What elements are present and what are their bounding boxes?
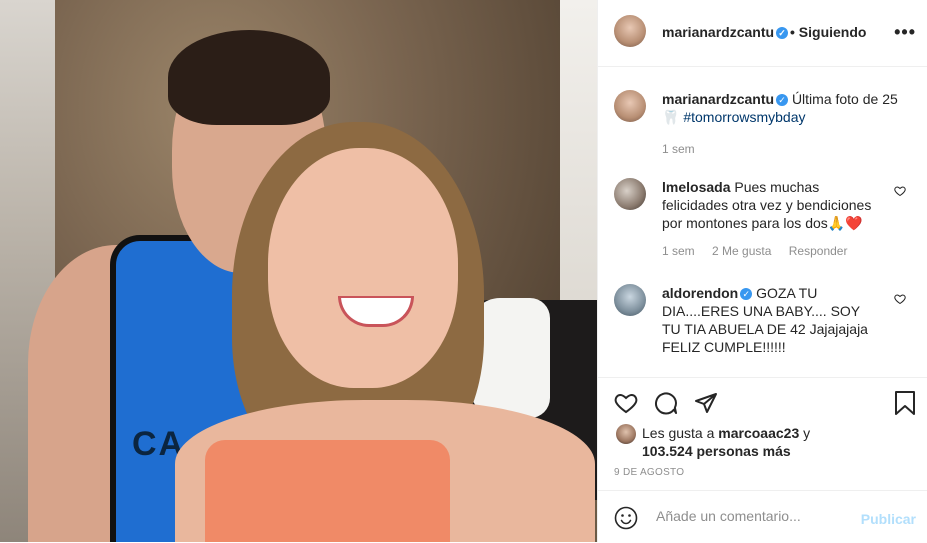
author-avatar[interactable] [614,15,646,47]
caption: marianardzcantu ✓ Última foto de 25 🦷 #to… [614,90,914,158]
comment-time[interactable]: 1 sem [662,244,695,258]
commenter-username[interactable]: aldorendon [662,285,738,301]
share-icon[interactable] [694,391,718,420]
comment-body: aldorendon ✓ GOZA TU DIA....ERES UNA BABY… [662,284,877,356]
comment-meta: 1 sem 2 Me gusta Responder [662,242,914,260]
comment: lmelosada Pues muchas felicidades otra v… [614,178,914,260]
man-hair [168,30,330,125]
post-sidebar: marianardzcantu ✓ • Siguiendo ••• mariana… [597,0,927,542]
post-photo[interactable]: CA [0,0,597,542]
woman-face [268,148,458,388]
bookmark-icon[interactable] [894,391,916,420]
white-wall [560,0,597,310]
caption-text: Última foto de 25 [791,91,898,107]
commenter-avatar[interactable] [614,284,646,316]
comment-icon[interactable] [654,391,678,420]
add-comment-bar: Publicar [598,490,927,543]
caption-meta: 1 sem [662,140,914,158]
likes-prefix: Les gusta a [642,425,715,441]
more-options-icon[interactable]: ••• [894,22,916,43]
caption-time[interactable]: 1 sem [662,142,695,156]
caption-body: marianardzcantu ✓ Última foto de 25 🦷 #to… [662,90,902,126]
action-bar [598,377,927,428]
author-username-wrap[interactable]: marianardzcantu ✓ [662,24,789,40]
commenter-avatar[interactable] [614,178,646,210]
reply-button[interactable]: Responder [789,244,848,258]
likes-count[interactable]: 103.524 personas más [642,443,791,459]
caption-avatar[interactable] [614,90,646,122]
likes-conj: y [803,425,811,441]
orange-top [205,440,450,542]
author-username[interactable]: marianardzcantu [662,24,774,40]
like-comment-icon[interactable] [894,292,906,305]
liker-username[interactable]: marcoaac23 [718,425,799,441]
publish-button[interactable]: Publicar [861,511,916,527]
comment-input[interactable] [654,507,858,525]
emoji-icon[interactable] [614,506,638,535]
liker-avatar[interactable] [616,424,636,444]
comment-body: lmelosada Pues muchas felicidades otra v… [662,178,872,232]
caption-emoji: 🦷 [662,109,680,125]
post-date[interactable]: 9 DE AGOSTO [614,467,684,478]
verified-icon: ✓ [776,27,789,40]
commenter-username[interactable]: lmelosada [662,179,730,195]
verified-icon: ✓ [776,94,789,107]
follow-button[interactable]: • Siguiendo [790,24,866,40]
hashtag-link[interactable]: #tomorrowsmybday [683,109,805,125]
comment: aldorendon ✓ GOZA TU DIA....ERES UNA BABY… [614,284,914,356]
post-header: marianardzcantu ✓ • Siguiendo ••• [598,0,927,67]
likes-summary: Les gusta a marcoaac23 y 103.524 persona… [642,424,810,460]
like-comment-icon[interactable] [894,184,906,197]
like-icon[interactable] [614,391,638,420]
caption-username[interactable]: marianardzcantu [662,91,774,107]
comment-likes[interactable]: 2 Me gusta [712,244,771,258]
instagram-post: CA marianardzcantu ✓ • Siguiendo ••• mari… [0,0,927,542]
verified-icon: ✓ [740,288,753,301]
